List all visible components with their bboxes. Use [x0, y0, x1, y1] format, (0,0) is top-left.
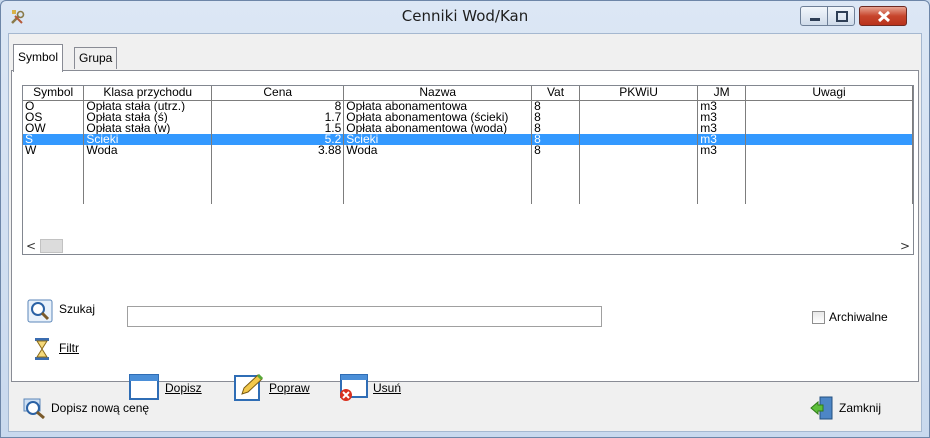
empty-row: [23, 155, 913, 204]
title-bar[interactable]: Cenniki Wod/Kan: [1, 1, 929, 33]
cell-nazwa: Woda: [343, 144, 533, 156]
price-list-table: Symbol Klasa przychodu Cena Nazwa Vat PK…: [23, 86, 913, 204]
column-header-symbol[interactable]: Symbol: [23, 86, 85, 101]
maximize-button[interactable]: [827, 6, 855, 26]
cell-cena: 1.5: [211, 122, 345, 134]
column-header-pkwiu[interactable]: PKWiU: [579, 86, 699, 101]
cell-vat: 8: [531, 144, 580, 156]
cell-cena: 1.7: [211, 111, 345, 123]
cell-klasa: Ścieki: [83, 133, 213, 145]
table-row[interactable]: O Opłata stała (utrz.) 8 Opłata abonamen…: [23, 100, 913, 112]
magnifier-icon[interactable]: [27, 299, 53, 326]
footer-bar: Dopisz nową cenę Zamknij: [9, 382, 921, 431]
tab-symbol[interactable]: Symbol: [13, 44, 64, 72]
cell-uwagi: [745, 133, 913, 145]
cell-nazwa: Opłata abonamentowa: [343, 100, 533, 112]
minimize-button[interactable]: [800, 6, 828, 26]
cell-vat: 8: [531, 122, 580, 134]
archive-checkbox[interactable]: [812, 311, 825, 324]
search-add-icon[interactable]: [23, 397, 47, 422]
window-title: Cenniki Wod/Kan: [401, 7, 529, 25]
cell-symbol: W: [23, 144, 85, 156]
minimize-icon: [810, 18, 820, 21]
cell-symbol: OS: [23, 111, 85, 123]
close-icon: [877, 10, 891, 23]
table-row-selected[interactable]: S Ścieki 5.2 Ścieki 8 m3: [23, 133, 913, 145]
archive-label[interactable]: Archiwalne: [829, 310, 888, 324]
cell-klasa: Opłata stała (w): [83, 122, 213, 134]
cell-nazwa: Opłata abonamentowa (woda): [343, 122, 533, 134]
cell-uwagi: [745, 144, 913, 156]
cell-uwagi: [745, 122, 913, 134]
cell-jm: m3: [697, 100, 747, 112]
cell-vat: 8: [531, 133, 580, 145]
close-window-button[interactable]: Zamknij: [839, 401, 881, 415]
table-row[interactable]: OS Opłata stała (ś) 1.7 Opłata abonament…: [23, 111, 913, 123]
column-header-cena[interactable]: Cena: [211, 86, 345, 101]
hourglass-icon[interactable]: [34, 338, 50, 363]
cell-symbol: O: [23, 100, 85, 112]
grid-header-row: Symbol Klasa przychodu Cena Nazwa Vat PK…: [23, 86, 913, 101]
table-row[interactable]: W Woda 3.88 Woda 8 m3: [23, 144, 913, 156]
cell-cena: 5.2: [211, 133, 345, 145]
cell-jm: m3: [697, 144, 747, 156]
scroll-thumb[interactable]: [40, 239, 63, 253]
cell-klasa: Woda: [83, 144, 213, 156]
cell-pkwiu: [579, 144, 699, 156]
column-header-klasa[interactable]: Klasa przychodu: [83, 86, 213, 101]
cell-vat: 8: [531, 111, 580, 123]
filter-button[interactable]: Filtr: [59, 341, 79, 355]
cell-jm: m3: [697, 122, 747, 134]
scroll-right-button[interactable]: >: [897, 238, 913, 254]
price-list-grid[interactable]: Symbol Klasa przychodu Cena Nazwa Vat PK…: [22, 85, 914, 255]
tab-panel-symbol: Symbol Klasa przychodu Cena Nazwa Vat PK…: [11, 70, 919, 401]
tab-grupa[interactable]: Grupa: [74, 47, 118, 69]
cell-klasa: Opłata stała (utrz.): [83, 100, 213, 112]
column-header-nazwa[interactable]: Nazwa: [343, 86, 533, 101]
maximize-icon: [836, 11, 848, 22]
cell-symbol: S: [23, 133, 85, 145]
close-button[interactable]: [859, 6, 907, 26]
add-new-price-button[interactable]: Dopisz nową cenę: [51, 401, 149, 415]
cell-cena: 8: [211, 100, 345, 112]
cell-nazwa: Ścieki: [343, 133, 533, 145]
cell-klasa: Opłata stała (ś): [83, 111, 213, 123]
column-header-uwagi[interactable]: Uwagi: [745, 86, 913, 101]
cell-pkwiu: [579, 111, 699, 123]
search-label: Szukaj: [59, 302, 96, 316]
cell-pkwiu: [579, 133, 699, 145]
cell-jm: m3: [697, 111, 747, 123]
cell-pkwiu: [579, 100, 699, 112]
client-area: Symbol Grupa Symbol Klasa przychodu Cena: [8, 33, 922, 432]
cell-vat: 8: [531, 100, 580, 112]
cell-pkwiu: [579, 122, 699, 134]
close-window-label: Zamknij: [839, 401, 882, 415]
cell-uwagi: [745, 111, 913, 123]
cell-uwagi: [745, 100, 913, 112]
column-header-vat[interactable]: Vat: [531, 86, 580, 101]
cell-nazwa: Opłata abonamentowa (ścieki): [343, 111, 533, 123]
cell-jm: m3: [697, 133, 747, 145]
cell-symbol: OW: [23, 122, 85, 134]
exit-door-icon[interactable]: [809, 395, 835, 424]
search-input[interactable]: [127, 306, 602, 327]
window: Cenniki Wod/Kan Symbol Grupa Symbol Klas…: [0, 0, 930, 438]
column-header-jm[interactable]: JM: [697, 86, 747, 101]
cell-cena: 3.88: [211, 144, 345, 156]
scroll-left-button[interactable]: <: [23, 238, 39, 254]
table-row[interactable]: OW Opłata stała (w) 1.5 Opłata abonament…: [23, 122, 913, 134]
horizontal-scrollbar[interactable]: < >: [23, 238, 913, 254]
